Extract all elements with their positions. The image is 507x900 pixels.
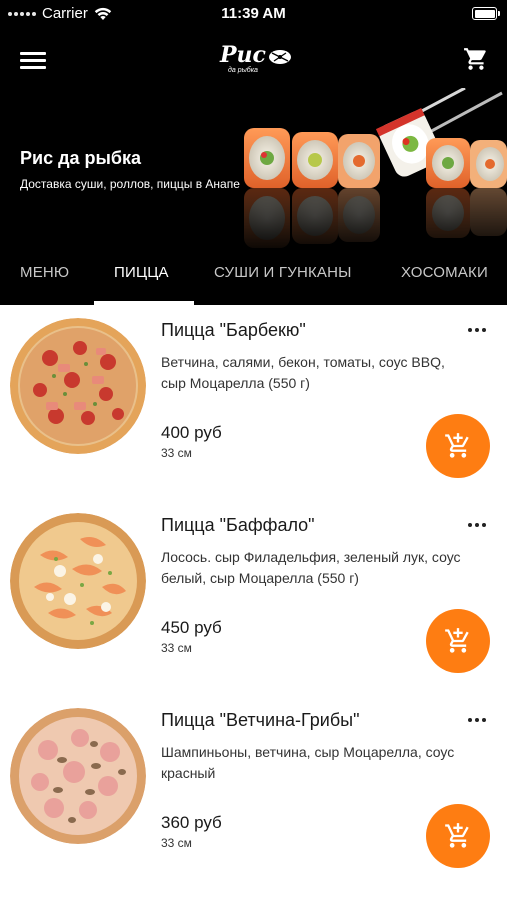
tab-pizza[interactable]: ПИЦЦА: [114, 264, 169, 281]
list-item[interactable]: Пицца "Баффало" Лосось. сыр Филадельфия,…: [0, 505, 507, 700]
more-dots-icon: [475, 328, 479, 332]
add-to-cart-button[interactable]: [426, 609, 490, 673]
tab-menu[interactable]: МЕНЮ: [20, 264, 69, 281]
item-price: 400 руб: [161, 423, 222, 442]
hamburger-icon-line: [20, 59, 46, 62]
item-description: Шампиньоны, ветчина, сыр Моцарелла, соус…: [161, 744, 455, 781]
pizza-ham-mushroom-image: [10, 708, 146, 844]
logo-wordmark: Рис: [220, 42, 266, 68]
item-description: Лосось. сыр Филадельфия, зеленый лук, со…: [161, 549, 461, 586]
more-dots-icon: [475, 718, 479, 722]
more-dots-icon: [482, 718, 486, 722]
more-dots-icon: [482, 523, 486, 527]
restaurant-name: Рис да рыбка: [20, 148, 142, 168]
item-name: Пицца "Барбекю": [161, 320, 306, 340]
hamburger-menu-button[interactable]: [20, 50, 48, 72]
cart-button[interactable]: [463, 46, 489, 72]
add-to-cart-icon: [445, 823, 469, 848]
item-size: 33 см: [161, 641, 192, 655]
pizza-buffalo-image: [10, 513, 146, 649]
add-to-cart-icon: [445, 628, 469, 653]
brand-logo: Рис да рыбка: [210, 40, 300, 80]
item-name: Пицца "Ветчина-Грибы": [161, 710, 360, 730]
more-dots-icon: [468, 718, 472, 722]
more-options-button[interactable]: [463, 320, 491, 340]
more-dots-icon: [468, 523, 472, 527]
app-header: Рис да рыбка Рис да рыбка Доставка суши,…: [0, 28, 507, 248]
list-item[interactable]: Пицца "Ветчина-Грибы" Шампиньоны, ветчин…: [0, 700, 507, 895]
category-tabs: МЕНЮ ПИЦЦА СУШИ И ГУНКАНЫ ХОСОМАКИ: [0, 248, 507, 305]
add-to-cart-button[interactable]: [426, 804, 490, 868]
hamburger-icon-line: [20, 66, 46, 69]
item-size: 33 см: [161, 446, 192, 460]
more-options-button[interactable]: [463, 710, 491, 730]
tab-sushi-gunkan[interactable]: СУШИ И ГУНКАНЫ: [214, 264, 352, 281]
item-description: Ветчина, салями, бекон, томаты, соус BBQ…: [161, 354, 445, 391]
more-dots-icon: [468, 328, 472, 332]
status-bar: Carrier 11:39 AM: [0, 0, 507, 28]
more-options-button[interactable]: [463, 515, 491, 535]
item-name: Пицца "Баффало": [161, 515, 315, 535]
fish-icon: [269, 50, 291, 64]
item-price: 450 руб: [161, 618, 222, 637]
active-tab-indicator: [94, 301, 194, 305]
battery-icon: [472, 7, 500, 20]
logo-tagline: да рыбка: [228, 67, 258, 74]
cart-icon: [464, 48, 486, 70]
list-item[interactable]: Пицца "Барбекю" Ветчина, салями, бекон, …: [0, 310, 507, 505]
more-dots-icon: [475, 523, 479, 527]
tab-hosomaki[interactable]: ХОСОМАКИ: [401, 264, 488, 281]
hamburger-icon-line: [20, 52, 46, 55]
add-to-cart-icon: [445, 433, 469, 458]
pizza-bbq-image: [10, 318, 146, 454]
item-size: 33 см: [161, 836, 192, 850]
add-to-cart-button[interactable]: [426, 414, 490, 478]
sushi-rolls-image: [240, 88, 507, 248]
item-price: 360 руб: [161, 813, 222, 832]
restaurant-subtitle: Доставка суши, роллов, пиццы в Анапе: [20, 177, 240, 191]
clock: 11:39 AM: [221, 5, 286, 22]
more-dots-icon: [482, 328, 486, 332]
